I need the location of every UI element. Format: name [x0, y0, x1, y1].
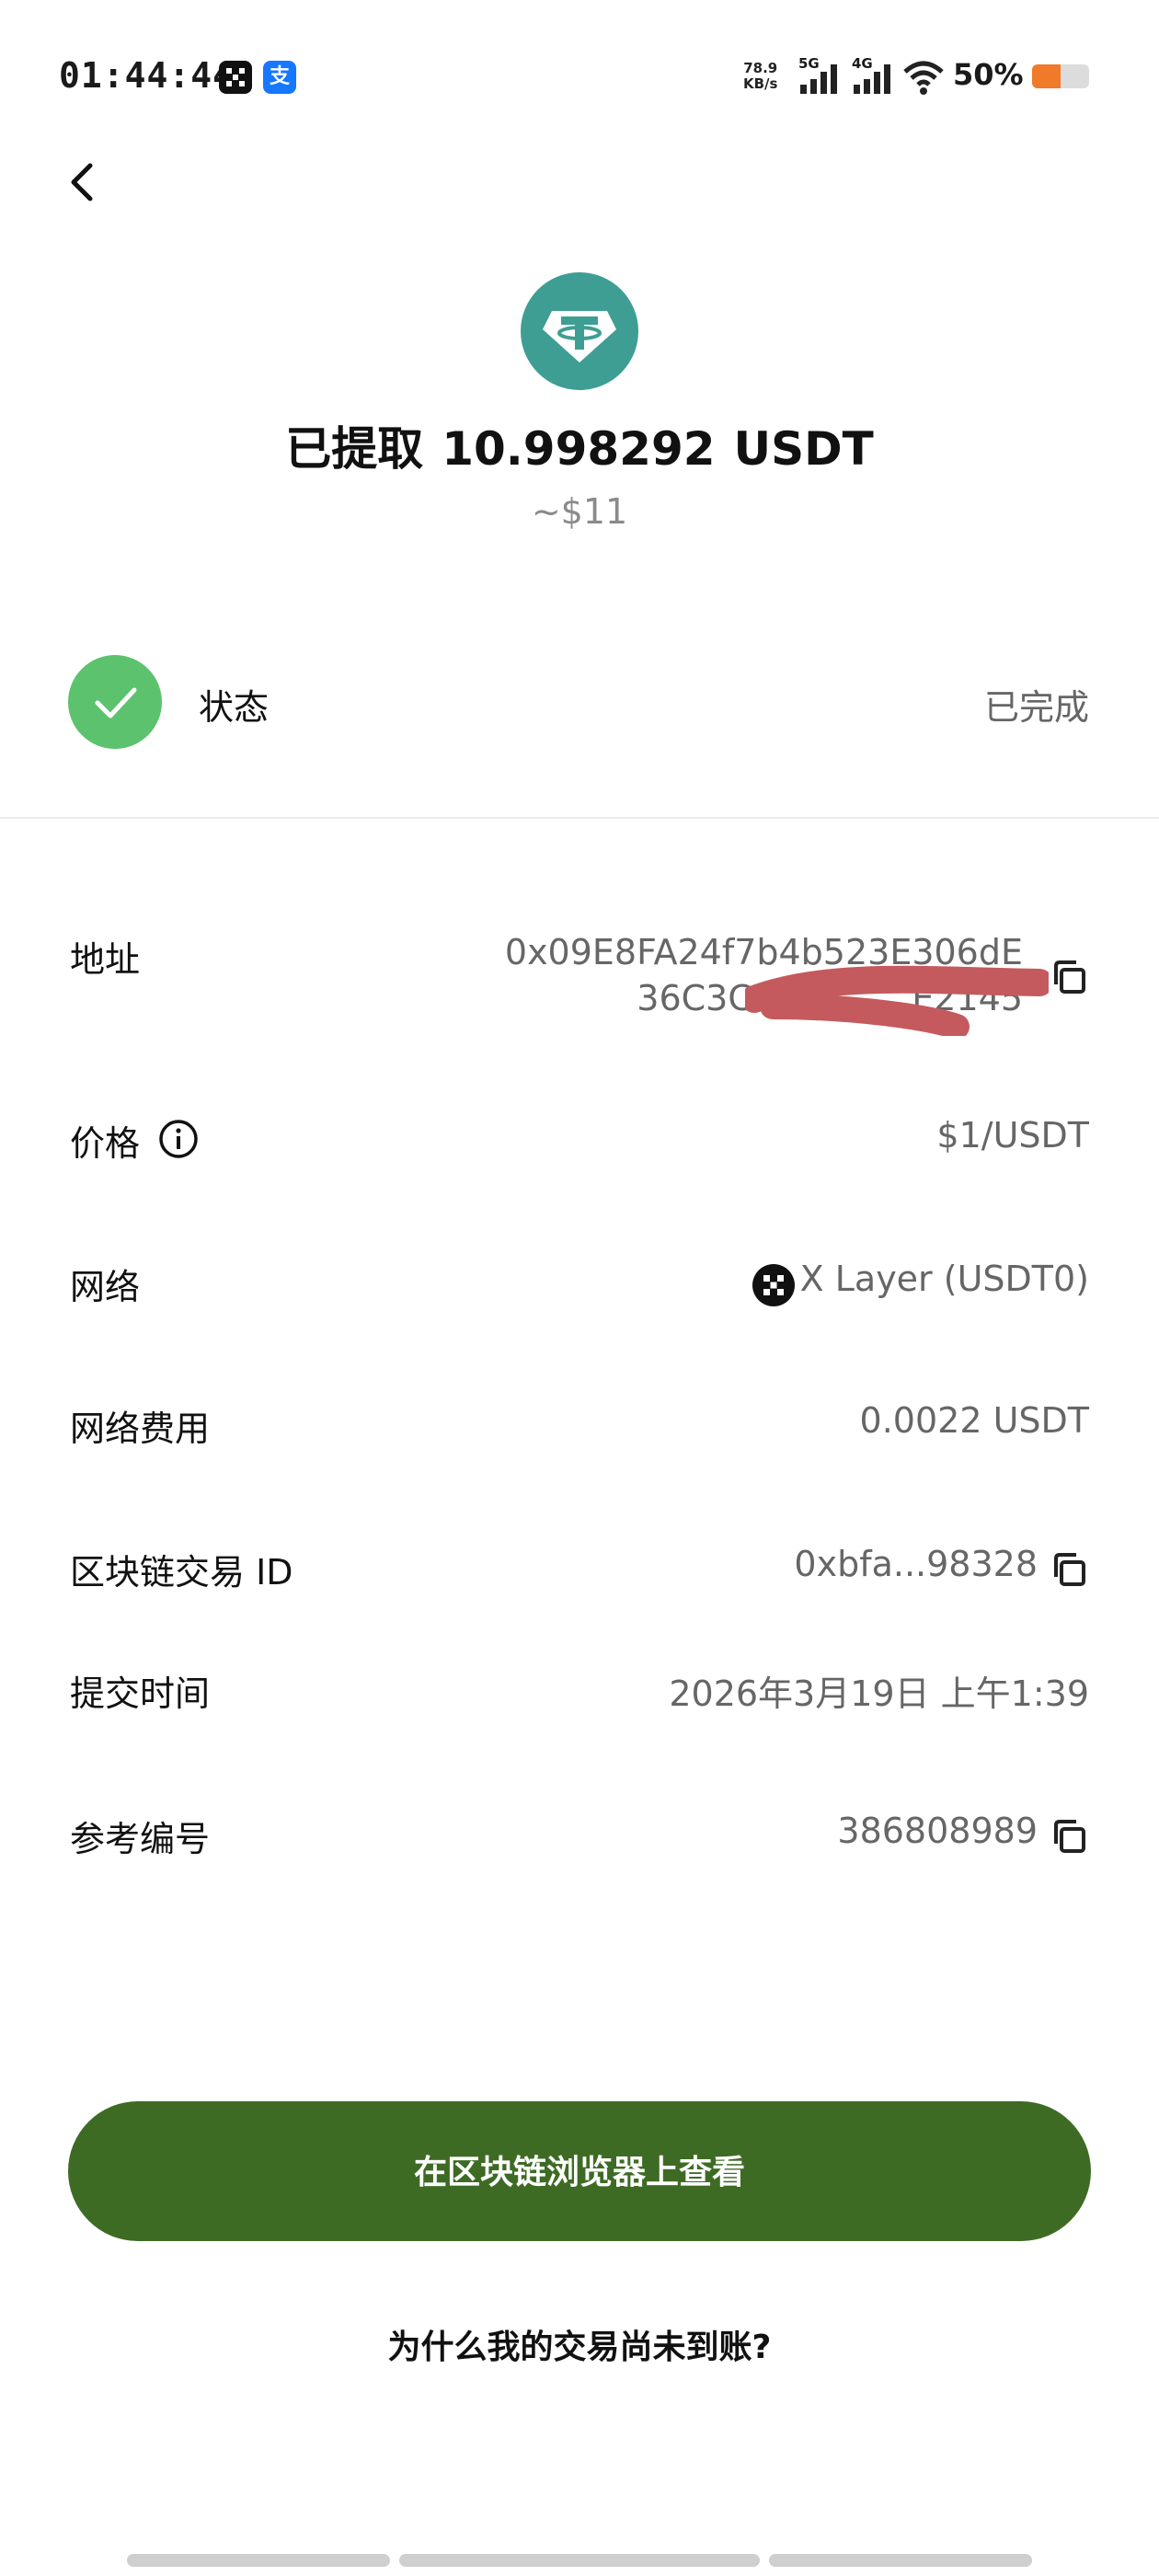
- submit-time-label: 提交时间: [70, 1673, 211, 1714]
- view-on-explorer-button[interactable]: 在区块链浏览器上查看: [68, 2101, 1091, 2241]
- gesture-bar-right: [769, 2554, 1032, 2567]
- alipay-icon: 支: [263, 61, 296, 94]
- txid-label: 区块链交易 ID: [70, 1552, 293, 1593]
- gesture-bar-left: [127, 2554, 390, 2567]
- wifi-icon: [901, 59, 946, 99]
- tether-icon: [521, 272, 638, 390]
- divider: [0, 817, 1159, 819]
- reference-value[interactable]: 386808989: [837, 1811, 1038, 1851]
- address-label: 地址: [70, 939, 141, 980]
- status-value: 已完成: [983, 687, 1089, 728]
- battery-percent: 50%: [953, 57, 1024, 92]
- check-icon: [68, 655, 162, 749]
- status-row: 状态 已完成: [0, 651, 1159, 753]
- network-speed: 78.9 KB/s: [743, 61, 777, 92]
- okx-icon: [219, 61, 252, 94]
- battery-fill: [1032, 64, 1061, 88]
- price-value: $1/USDT: [936, 1115, 1089, 1156]
- submit-time-value: 2026年3月19日 上午1:39: [669, 1673, 1089, 1714]
- network-label: 网络: [70, 1267, 141, 1307]
- fee-label: 网络费用: [70, 1409, 211, 1449]
- why-not-arrived-link[interactable]: 为什么我的交易尚未到账?: [0, 2320, 1159, 2368]
- info-icon[interactable]: [158, 1119, 199, 1159]
- chevron-left-icon: [71, 163, 93, 201]
- clock: 01:44:44: [59, 55, 235, 96]
- copy-address-icon[interactable]: [1049, 957, 1089, 997]
- network-speed-value: 78.9: [743, 60, 778, 76]
- copy-txid-icon[interactable]: [1049, 1549, 1089, 1590]
- usd-value: ~$11: [531, 491, 628, 532]
- network-value: X Layer (USDT0): [799, 1259, 1089, 1299]
- network-speed-unit: KB/s: [743, 75, 778, 92]
- withdrawal-token: USDT: [733, 422, 874, 476]
- price-label: 价格: [70, 1123, 141, 1164]
- battery-icon: [1032, 64, 1089, 88]
- status-bar: 01:44:44 支 78.9 KB/s 5G 4G 50%: [0, 0, 1159, 156]
- withdrawal-amount: 10.998292: [442, 422, 716, 476]
- copy-reference-icon[interactable]: [1049, 1816, 1089, 1857]
- txid-value[interactable]: 0xbfa...98328: [794, 1544, 1038, 1584]
- gesture-bar-center: [399, 2554, 760, 2567]
- redaction-mark: [745, 965, 1049, 1036]
- reference-label: 参考编号: [70, 1819, 211, 1859]
- status-label: 状态: [199, 687, 270, 728]
- withdrawal-title: 已提取 10.998292 USDT: [0, 412, 1159, 478]
- back-button[interactable]: [57, 156, 109, 208]
- x-layer-icon: [752, 1264, 795, 1306]
- title-prefix: 已提取: [285, 422, 424, 476]
- fee-value: 0.0022 USDT: [859, 1400, 1089, 1441]
